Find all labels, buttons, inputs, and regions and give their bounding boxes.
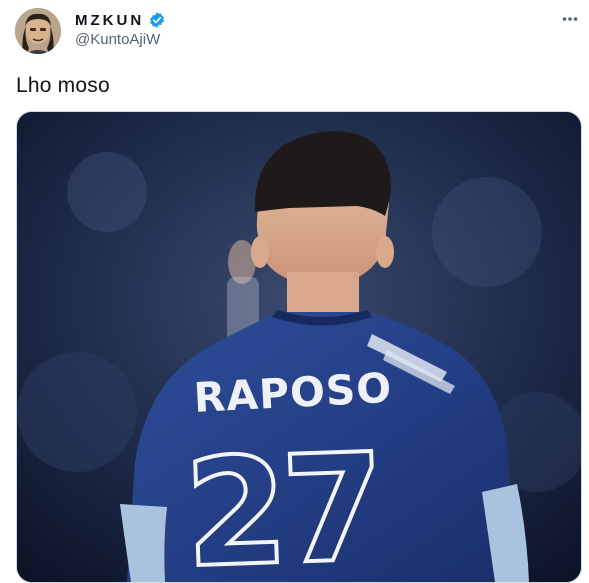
verified-badge-icon [148,11,166,29]
more-options-button[interactable] [556,8,584,30]
jersey-number-print: 27 [180,420,384,583]
author-name-row: MZKUN [75,10,166,30]
tweet-media-image[interactable]: RAPOSO 27 [16,111,582,583]
more-horizontal-icon [562,17,578,21]
user-handle[interactable]: @KuntoAjiW [75,31,160,48]
avatar-image [15,8,61,54]
tweet-text: Lho moso [16,74,110,97]
display-name[interactable]: MZKUN [75,12,144,29]
tweet: MZKUN @KuntoAjiW Lho moso RAPOSO 27 [0,0,589,583]
avatar[interactable] [15,8,61,54]
